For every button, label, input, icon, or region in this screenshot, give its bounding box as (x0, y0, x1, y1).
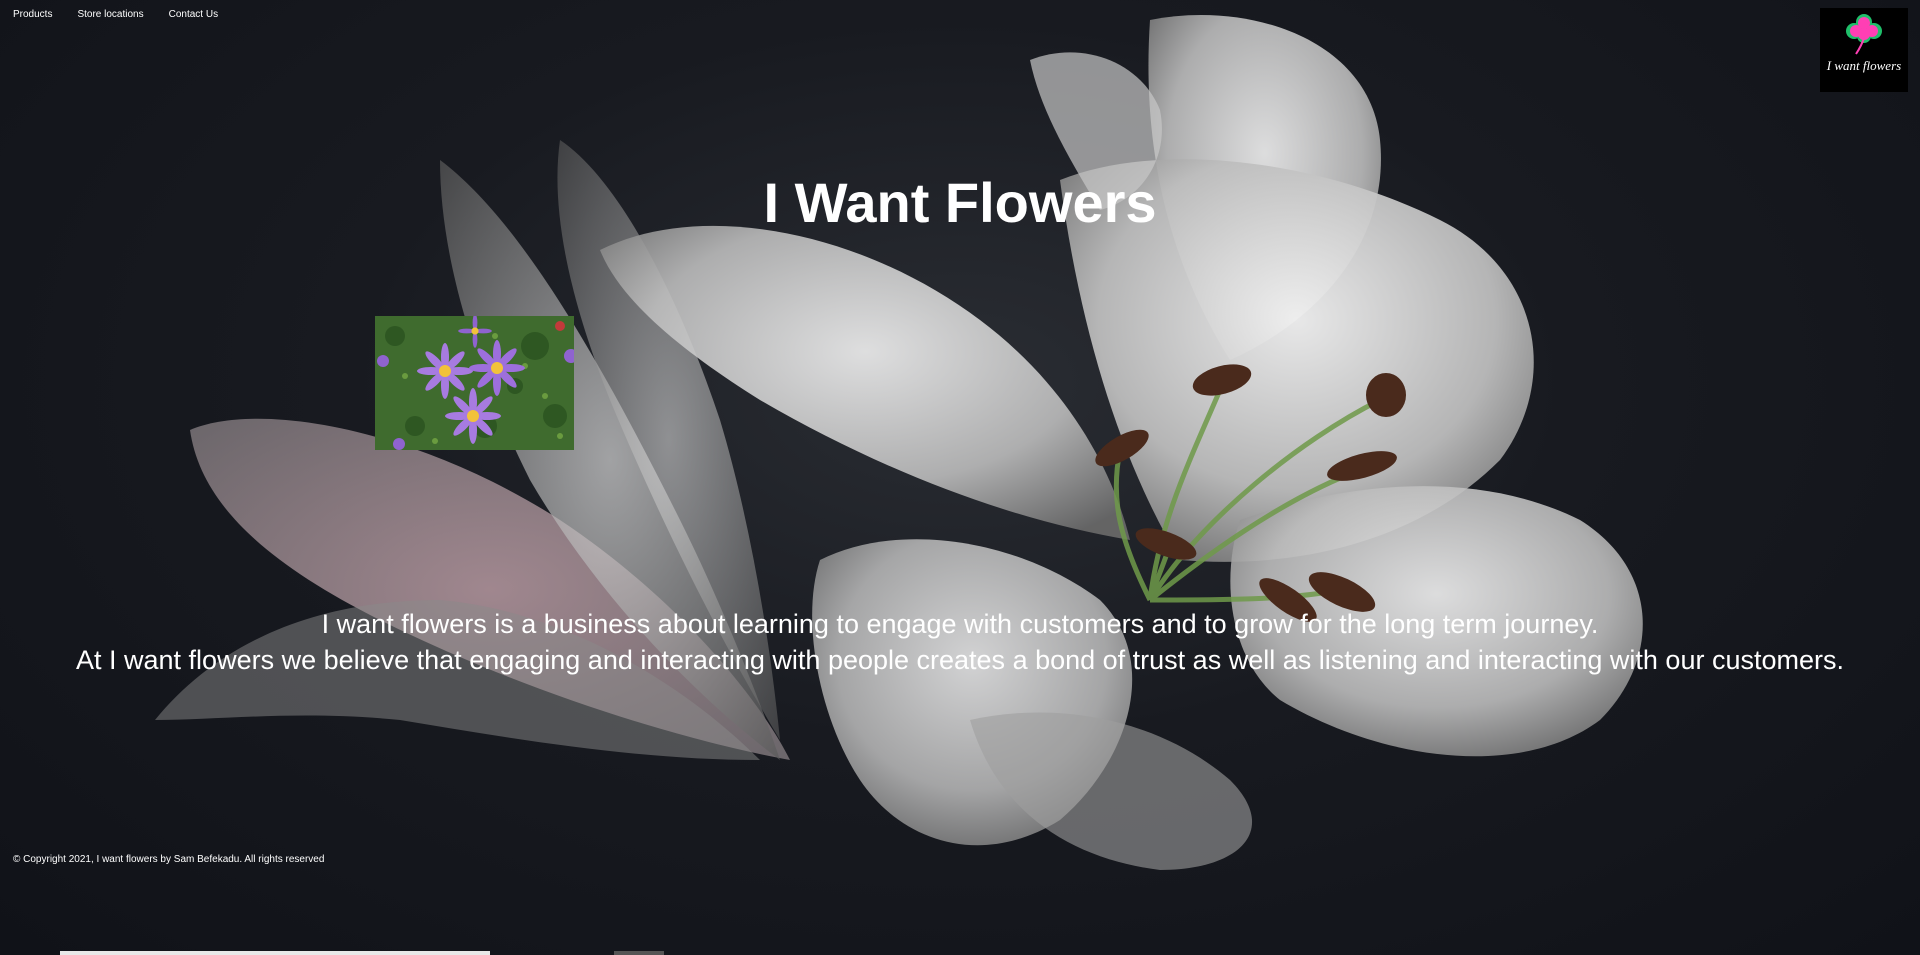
page-title: I Want Flowers (763, 171, 1157, 234)
clover-flower-icon (1846, 14, 1882, 55)
footer-copyright: © Copyright 2021, I want flowers by Sam … (13, 854, 325, 865)
lily-background-image (155, 15, 1643, 870)
logo-text: I want flowers (1826, 58, 1902, 73)
aster-flowers-image (375, 316, 574, 450)
description-line-2: At I want flowers we believe that engagi… (76, 645, 1844, 675)
nav-item-products[interactable]: Products (13, 9, 52, 20)
page: Products Store locations Contact Us I wa… (0, 0, 1920, 955)
brand-logo[interactable]: I want flowers (1820, 8, 1908, 92)
horizontal-scrollbar-thumb[interactable] (60, 951, 490, 955)
horizontal-scrollbar-marker (614, 951, 664, 955)
top-nav: Products Store locations Contact Us (13, 9, 218, 20)
nav-item-contact-us[interactable]: Contact Us (169, 9, 218, 20)
nav-item-store-locations[interactable]: Store locations (77, 9, 143, 20)
description-line-1: I want flowers is a business about learn… (321, 609, 1599, 639)
business-description: I want flowers is a business about learn… (50, 606, 1870, 678)
